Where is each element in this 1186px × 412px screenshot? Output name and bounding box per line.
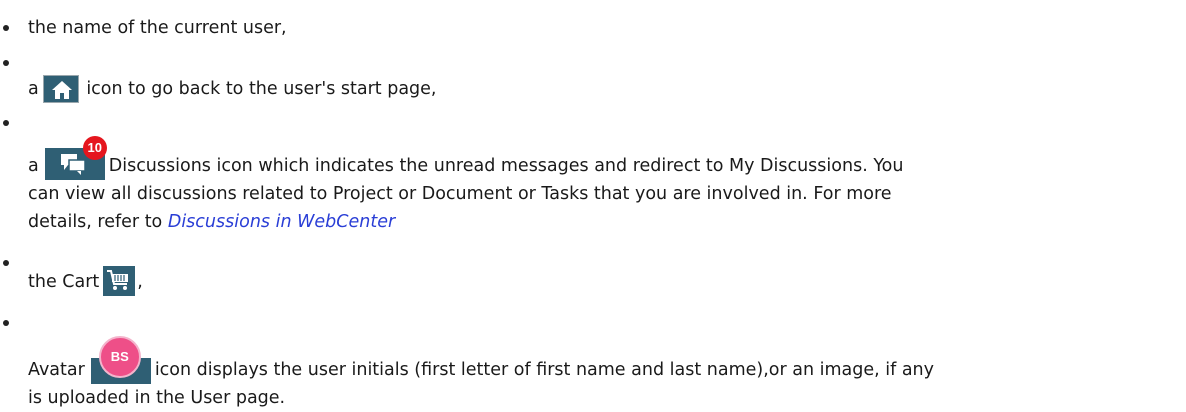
list-item-discussions: a 10 Discussions icon which indicates the … <box>3 118 1168 236</box>
item-text-line3: details, refer to <box>28 212 163 232</box>
item-text-line2: is uploaded in the User page. <box>28 388 286 408</box>
item-text-line2: can view all discussions related to Proj… <box>28 184 892 204</box>
bullet <box>3 260 9 266</box>
bullet <box>3 25 9 31</box>
list-item-home: a icon to go back to the user's start pa… <box>3 58 1168 103</box>
avatar-initials: BS <box>98 336 141 378</box>
list-item-current-user: the name of the current user, <box>3 14 1168 42</box>
item-text: icon to go back to the user's start page… <box>86 79 437 99</box>
bullet <box>3 120 9 126</box>
item-prefix: a <box>28 79 39 99</box>
unread-badge: 10 <box>82 136 107 160</box>
cart-icon[interactable] <box>103 266 136 296</box>
home-icon[interactable] <box>42 75 79 103</box>
item-prefix: a <box>28 156 39 176</box>
item-text-line1: icon displays the user initials (first l… <box>154 360 935 380</box>
avatar-icon[interactable]: BS <box>90 336 151 384</box>
list-item-avatar: Avatar BS icon displays the user initials … <box>3 318 1168 412</box>
item-prefix: the Cart <box>28 272 100 292</box>
bullet <box>3 320 9 326</box>
item-suffix: , <box>137 272 143 292</box>
item-text: the name of the current user, <box>28 18 287 38</box>
list-item-cart: the Cart, <box>3 258 1168 296</box>
item-prefix: Avatar <box>28 360 85 380</box>
bullet <box>3 60 9 66</box>
item-text-line1: Discussions icon which indicates the unr… <box>108 156 904 176</box>
discussions-icon[interactable]: 10 <box>44 136 107 180</box>
discussions-link[interactable]: Discussions in WebCenter <box>168 212 395 232</box>
